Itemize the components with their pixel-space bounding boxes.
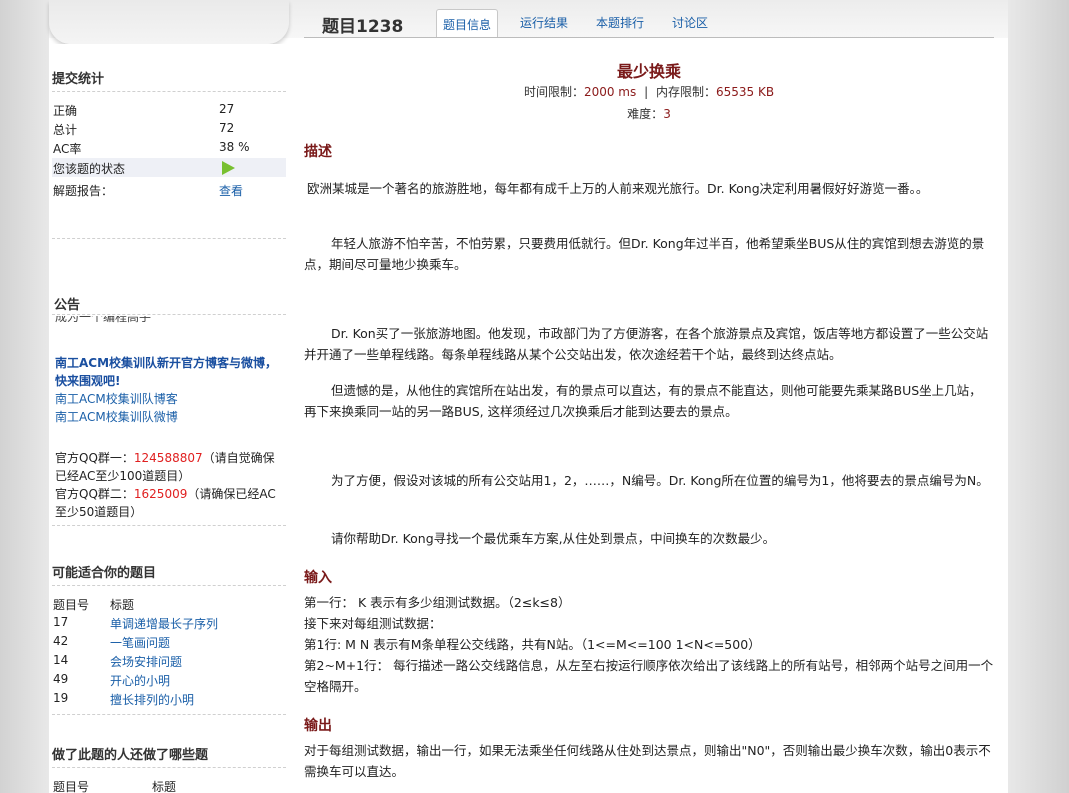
suggested-bottom-divider [52,714,286,715]
input-line: 第2~M+1行： 每行描述一路公交线路信息，从左至右按运行顺序依次给出了该线路上… [304,658,994,694]
problem-id-title: 题目1238 [322,17,404,37]
notice-bottom-divider [52,525,286,526]
stat-row-report: 解题报告： 查看 [53,182,244,199]
others-header-row: 题目号 标题 [53,780,177,793]
description-paragraph: 但遗憾的是，从他住的宾馆所在站出发，有的景点可以直达，有的景点不能直达，则他可能… [304,383,982,419]
description-paragraph: 欧洲某城是一个著名的旅游胜地，每年都有成千上万的人前来观光旅行。Dr. Kong… [307,181,929,196]
problem-link[interactable]: 开心的小明 [110,672,170,689]
suggested-header-row: 题目号 标题 [53,598,135,612]
sidebar-header-panel [49,0,289,44]
stat-row-ac-rate: AC率 38 % [53,140,250,156]
stats-divider [52,91,286,92]
tab-problem-info[interactable]: 题目信息 [436,9,499,37]
stats-title: 提交统计 [52,72,105,87]
qq-group-1: 官方QQ群一：124588807（请自觉确保已经AC至少100道题目） [55,451,275,483]
page-background-left [0,0,49,793]
description-paragraph: 年轻人旅游不怕辛苦，不怕劳累，只要费用低就行。但Dr. Kong年过半百，他希望… [304,236,985,272]
play-icon[interactable] [222,161,235,175]
output-heading: 输出 [304,718,332,734]
page-background-right [1008,0,1069,793]
blog-weibo-announcement-link[interactable]: 南工ACM校集训队新开官方博客与微博，快来围观吧! [55,356,277,388]
tab-divider [304,37,994,38]
output-line: 对于每组测试数据，输出一行，如果无法乘坐任何线路从住处到达景点，则输出"N0"，… [304,743,991,779]
description-heading: 描述 [304,144,332,160]
table-row: 42 一笔画问题 [53,634,171,651]
suggested-divider [52,585,286,586]
input-line: 第一行： K 表示有多少组测试数据。（2≤k≤8） [304,595,571,610]
team-weibo-link[interactable]: 南工ACM校集训队微博 [55,410,178,424]
view-report-link[interactable]: 查看 [219,182,243,199]
others-title: 做了此题的人还做了哪些题 [52,748,209,763]
problem-link[interactable]: 一笔画问题 [110,634,170,651]
notice-divider [52,314,286,315]
stat-row-total: 总计 72 [53,121,235,137]
problem-limits: 时间限制：2000 ms | 内存限制：65535 KB [523,85,775,99]
problem-title: 最少换乘 [616,62,681,81]
qq-groups: 官方QQ群一：124588807（请自觉确保已经AC至少100道题目） 官方QQ… [55,449,283,521]
qq-group-2: 官方QQ群二：1625009（请确保已经AC至少50道题目） [55,487,276,519]
notice-title: 公告 [54,298,81,313]
team-blog-link[interactable]: 南工ACM校集训队博客 [55,392,178,406]
suggested-title: 可能适合你的题目 [52,566,157,581]
stat-row-accepted: 正确 27 [53,102,235,118]
problem-difficulty: 难度：3 [627,107,671,121]
table-row: 14 会场安排问题 [53,653,183,670]
tab-problem-ranking[interactable]: 本题排行 [596,14,644,31]
input-line: 接下来对每组测试数据： [304,616,442,631]
description-paragraph: 为了方便，假设对该城的所有公交站用1，2，……，N编号。Dr. Kong所在位置… [331,473,989,488]
notice-links: 南工ACM校集训队新开官方博客与微博，快来围观吧! 南工ACM校集训队博客 南工… [55,354,283,426]
notice-cut-text: 成为一个编程高手 [55,316,152,324]
problem-link[interactable]: 单调递增最长子序列 [110,615,218,632]
memory-limit-value: 65535 KB [715,85,775,99]
stats-bottom-divider [52,238,286,239]
input-line: 第1行: M N 表示有M条单程公交线路，共有N站。（1<=M<=100 1<N… [304,637,761,652]
table-row: 17 单调递增最长子序列 [53,615,219,632]
table-row: 49 开心的小明 [53,672,171,689]
time-limit-value: 2000 ms [583,85,637,99]
description-paragraph: Dr. Kon买了一张旅游地图。他发现，市政部门为了方便游客，在各个旅游景点及宾… [304,326,989,362]
description-paragraph: 请你帮助Dr. Kong寻找一个最优乘车方案,从住处到景点，中间换车的次数最少。 [331,531,776,546]
tab-run-results[interactable]: 运行结果 [520,14,568,31]
problem-link[interactable]: 会场安排问题 [110,653,182,670]
input-heading: 输入 [304,570,332,586]
stat-row-my-status: 您该题的状态 [52,158,286,177]
table-row: 19 擅长排列的小明 [53,691,195,708]
problem-link[interactable]: 擅长排列的小明 [110,691,194,708]
tab-discussion[interactable]: 讨论区 [672,14,708,31]
others-divider [52,767,286,768]
